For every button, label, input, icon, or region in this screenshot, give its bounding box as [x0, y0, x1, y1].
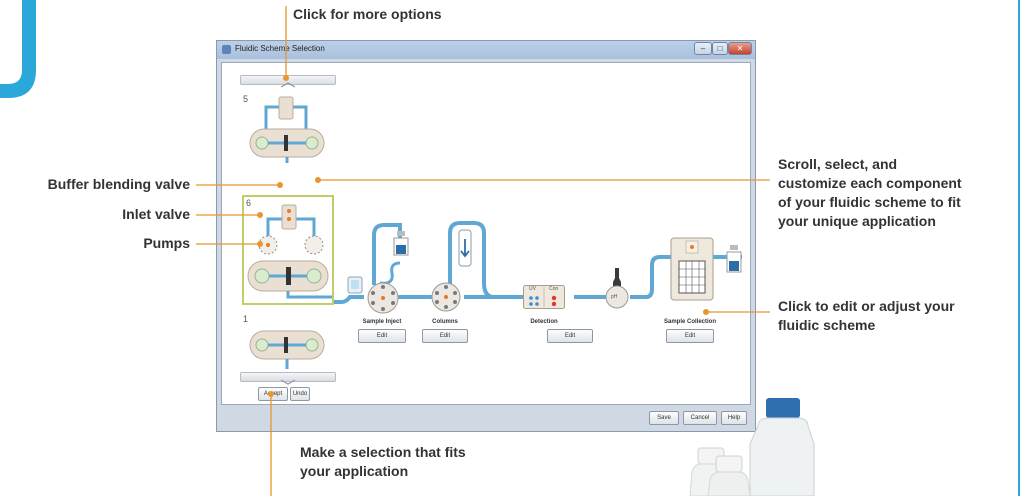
callout-scroll-select: Scroll, select, and customize each compo… [778, 155, 962, 231]
callout-make-selection: Make a selection that fits your applicat… [300, 443, 466, 481]
callout-scroll-line-3: of your fluidic scheme to fit [778, 194, 961, 210]
callout-scroll-line-1: Scroll, select, and [778, 156, 898, 172]
callout-edit-adjust: Click to edit or adjust your fluidic sch… [778, 297, 955, 335]
callout-selection-line-1: Make a selection that fits [300, 444, 466, 460]
callout-scroll-line-4: your unique application [778, 213, 936, 229]
buffer-bottles-image [680, 396, 840, 497]
callout-scroll-line-2: customize each component [778, 175, 962, 191]
callout-buffer-blending-valve: Buffer blending valve [47, 176, 190, 192]
callout-edit-line-2: fluidic scheme [778, 317, 876, 333]
callout-selection-line-2: your application [300, 463, 409, 479]
callout-pumps: Pumps [143, 235, 190, 251]
callout-edit-line-1: Click to edit or adjust your [778, 298, 955, 314]
callout-more-options: Click for more options [293, 6, 442, 22]
callout-inlet-valve: Inlet valve [122, 206, 190, 222]
